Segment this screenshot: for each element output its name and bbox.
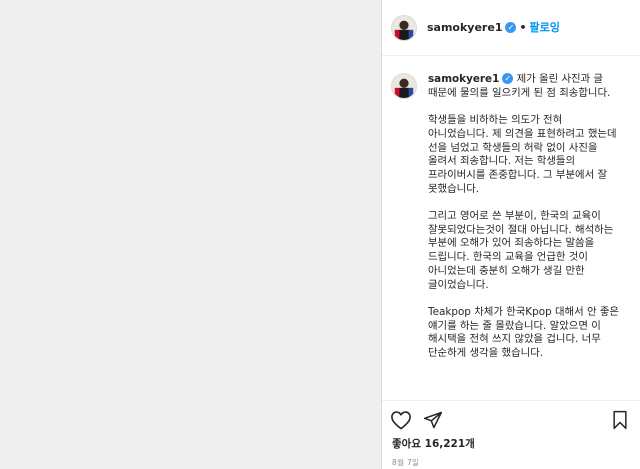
post-date[interactable]: 8월 7일 [392, 457, 419, 468]
bookmark-icon[interactable] [611, 410, 629, 430]
caption-paragraph: 그리고 영어로 쓴 부분이, 한국의 교육이 잘못되었다는것이 절대 아닙니다.… [428, 210, 614, 291]
post-header: samokyere1 ✓ • 팔로잉 [382, 0, 640, 56]
heart-icon[interactable] [390, 410, 412, 430]
username-link[interactable]: samokyere1 [427, 21, 502, 34]
header-username-row: samokyere1 ✓ • 팔로잉 [427, 19, 560, 35]
verified-badge-icon: ✓ [505, 22, 517, 33]
caption-paragraph: 학생들을 비하하는 의도가 전혀 아니었습니다. 제 의견을 표현하려고 했는데… [428, 114, 617, 195]
following-button[interactable]: 팔로잉 [530, 21, 560, 34]
separator-dot: • [519, 21, 527, 34]
post-media [0, 0, 381, 469]
post-actions [382, 400, 640, 436]
avatar[interactable] [391, 15, 417, 41]
verified-badge-icon: ✓ [502, 73, 514, 84]
caption-paragraph: Teakpop 차체가 한국Kpop 대해서 안 좋은 얘기를 하는 줄 몰랐습… [428, 305, 619, 360]
paper-plane-icon[interactable] [423, 410, 443, 430]
caption-area: samokyere1 ✓ 제가 올린 사진과 글 때문에 물의를 일으키게 된 점… [382, 57, 640, 400]
post-caption: samokyere1 ✓ 제가 올린 사진과 글 때문에 물의를 일으키게 된 점… [428, 73, 623, 374]
post-side-panel: samokyere1 ✓ • 팔로잉 samokyere1 ✓ 제가 올린 사진과 글 … [381, 0, 640, 469]
caption-paragraph: samokyere1 ✓ 제가 올린 사진과 글 때문에 물의를 일으키게 된 점… [428, 73, 623, 100]
caption-username-link[interactable]: samokyere1 [428, 73, 499, 85]
likes-count[interactable]: 좋아요 16,221개 [392, 436, 475, 451]
caption-avatar[interactable] [391, 73, 417, 99]
